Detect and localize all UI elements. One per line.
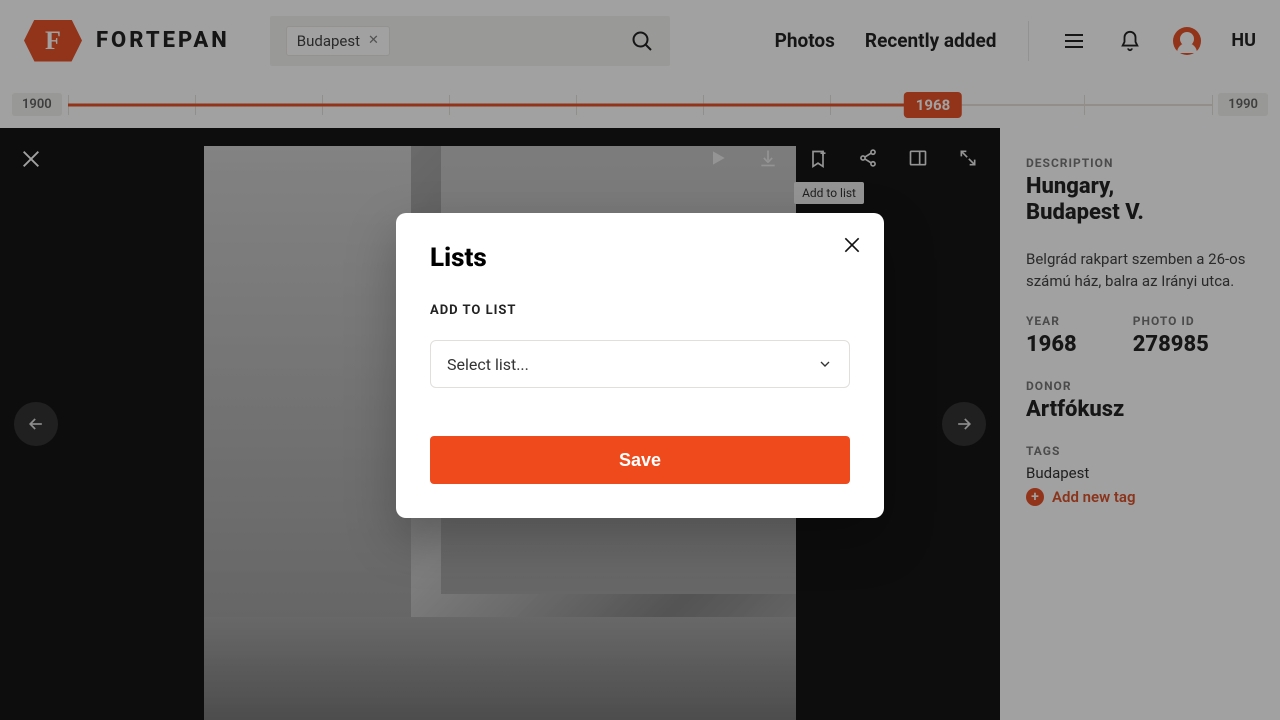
lists-modal: Lists ADD TO LIST Select list... Save <box>396 213 884 518</box>
list-select-placeholder: Select list... <box>447 355 529 374</box>
modal-section-label: ADD TO LIST <box>430 303 850 318</box>
modal-title: Lists <box>430 243 850 273</box>
list-select[interactable]: Select list... <box>430 340 850 388</box>
save-button[interactable]: Save <box>430 436 850 484</box>
modal-close-button[interactable] <box>842 235 862 255</box>
chevron-down-icon <box>817 356 833 372</box>
